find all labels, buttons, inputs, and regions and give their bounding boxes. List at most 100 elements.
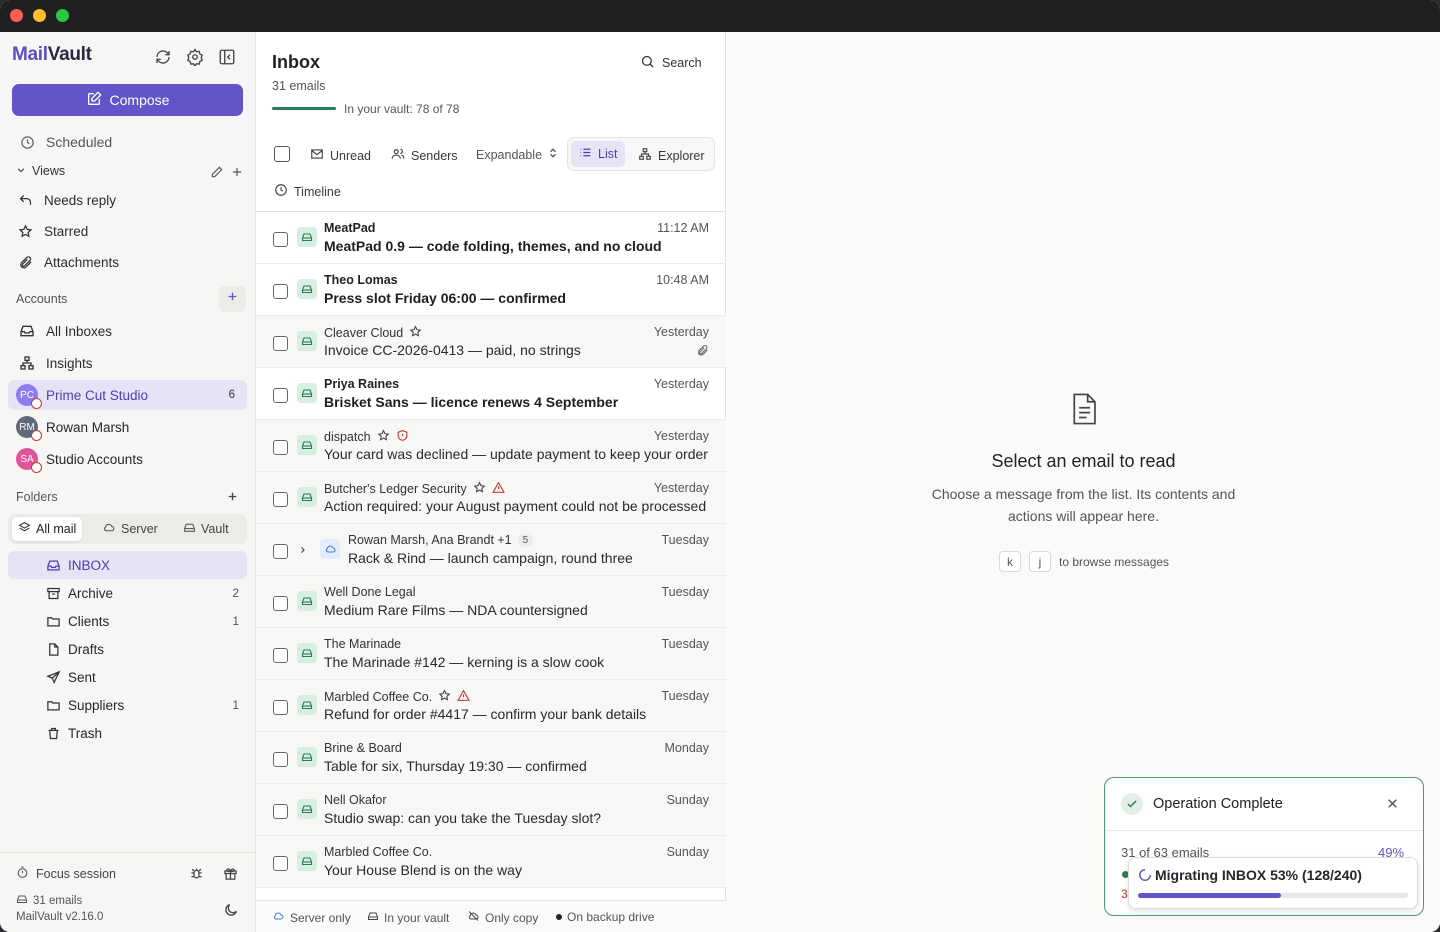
compose-button[interactable]: Compose [12, 84, 243, 116]
chevron-right-icon[interactable] [298, 545, 307, 555]
sidebar-item-all-inboxes[interactable]: All Inboxes [8, 317, 247, 345]
folder-suppliers[interactable]: Suppliers 1 [8, 691, 247, 719]
folders-header: Folders [16, 490, 58, 504]
account-studio-accounts[interactable]: SA Studio Accounts [8, 444, 247, 474]
view-explorer-button[interactable]: Explorer [638, 147, 705, 164]
folder-drafts[interactable]: Drafts [8, 635, 247, 663]
paperclip-icon [696, 344, 709, 357]
row-checkbox[interactable] [273, 440, 288, 455]
add-account-button[interactable] [219, 286, 246, 312]
shield-alert-icon [396, 429, 409, 445]
account-rowan-marsh[interactable]: RM Rowan Marsh [8, 412, 247, 442]
email-row[interactable]: Marbled Coffee Co. Refund for order #4417… [256, 680, 726, 732]
email-time: Tuesday [661, 533, 709, 547]
select-all-checkbox[interactable] [274, 146, 290, 162]
row-checkbox[interactable] [273, 492, 288, 507]
sidebar-item-needs-reply[interactable]: Needs reply [8, 186, 247, 214]
filter-unread-button[interactable]: Unread [310, 147, 371, 164]
email-row[interactable]: The Marinade The Marinade #142 — kerning … [256, 628, 726, 680]
sidebar-item-insights[interactable]: Insights [8, 349, 247, 377]
email-row[interactable]: Well Done Legal Medium Rare Films — NDA c… [256, 576, 726, 628]
email-row[interactable]: Brine & Board Table for six, Thursday 19:… [256, 732, 726, 784]
edit-views-icon[interactable] [210, 165, 224, 179]
row-checkbox[interactable] [273, 752, 288, 767]
sidebar-item-attachments[interactable]: Attachments [8, 248, 247, 276]
email-row[interactable]: Marbled Coffee Co. Your House Blend is on… [256, 836, 726, 888]
email-row[interactable]: Cleaver Cloud Invoice CC-2026-0413 — paid… [256, 316, 726, 368]
email-time: Sunday [666, 793, 709, 807]
key-j: j [1029, 551, 1051, 572]
vault-drive-icon [297, 695, 317, 715]
row-checkbox[interactable] [273, 336, 288, 351]
filter-server[interactable]: Server [96, 517, 164, 541]
account-prime-cut-studio[interactable]: PC Prime Cut Studio 6 [8, 380, 247, 410]
sidebar-toggle-icon[interactable] [218, 48, 236, 66]
close-icon[interactable] [1386, 797, 1399, 810]
add-folder-icon[interactable] [226, 490, 239, 503]
minimize-window-button[interactable] [33, 9, 46, 22]
views-header[interactable]: Views [16, 164, 65, 178]
legend-backup-drive: On backup drive [556, 910, 654, 924]
folder-archive[interactable]: Archive 2 [8, 579, 247, 607]
row-checkbox[interactable] [273, 596, 288, 611]
email-sender: Priya Raines [324, 377, 400, 391]
dot-icon [556, 914, 562, 920]
email-subject: The Marinade #142 — kerning is a slow co… [324, 654, 605, 670]
folder-icon [46, 697, 62, 713]
row-checkbox[interactable] [273, 700, 288, 715]
bug-icon[interactable] [189, 866, 204, 881]
email-row[interactable]: MeatPad MeatPad 0.9 — code folding, theme… [256, 212, 726, 264]
group-senders-button[interactable]: Senders [391, 147, 458, 164]
email-sender: dispatch [324, 429, 409, 445]
email-row[interactable]: Nell Okafor Studio swap: can you take the… [256, 784, 726, 836]
filter-vault[interactable]: Vault [177, 517, 235, 541]
folder-sent[interactable]: Sent [8, 663, 247, 691]
email-subject: Table for six, Thursday 19:30 — confirme… [324, 758, 587, 774]
row-checkbox[interactable] [273, 804, 288, 819]
sidebar-item-starred[interactable]: Starred [8, 217, 247, 245]
star-icon[interactable] [377, 429, 390, 445]
email-subject: Action required: your August payment cou… [324, 498, 707, 514]
email-row[interactable]: Priya Raines Brisket Sans — licence renew… [256, 368, 726, 420]
toast-divider [1105, 830, 1423, 831]
expandable-dropdown[interactable]: Expandable [476, 147, 558, 162]
row-checkbox[interactable] [273, 388, 288, 403]
settings-gear-icon[interactable] [186, 48, 204, 66]
star-icon[interactable] [409, 325, 422, 341]
email-row[interactable]: Theo Lomas Press slot Friday 06:00 — conf… [256, 264, 726, 316]
filter-all-mail[interactable]: All mail [12, 517, 83, 541]
star-icon[interactable] [438, 689, 451, 705]
compose-icon [86, 90, 102, 110]
warning-icon [457, 689, 471, 705]
folder-trash[interactable]: Trash [8, 719, 247, 747]
email-row[interactable]: Rowan Marsh, Ana Brandt +1 5 Rack & Rind —… [256, 524, 726, 576]
close-window-button[interactable] [10, 9, 23, 22]
folder-clients[interactable]: Clients 1 [8, 607, 247, 635]
folder-inbox[interactable]: INBOX [8, 551, 247, 579]
row-checkbox[interactable] [273, 856, 288, 871]
focus-session-button[interactable]: Focus session [16, 866, 116, 882]
dark-mode-moon-icon[interactable] [223, 902, 239, 918]
row-checkbox[interactable] [273, 648, 288, 663]
toast-title: Operation Complete [1153, 796, 1283, 812]
email-subject: Brisket Sans — licence renews 4 Septembe… [324, 394, 619, 410]
sidebar-item-scheduled[interactable]: Scheduled [8, 128, 247, 156]
star-icon[interactable] [473, 481, 486, 497]
search-button[interactable]: Search [640, 54, 702, 72]
list-icon [579, 146, 592, 162]
zoom-window-button[interactable] [56, 9, 69, 22]
view-list-button[interactable]: List [571, 141, 626, 167]
add-view-icon[interactable] [230, 165, 244, 179]
email-row[interactable]: dispatch Your card was declined — update … [256, 420, 726, 472]
refresh-icon[interactable] [154, 48, 172, 66]
vault-drive-icon [297, 799, 317, 819]
legend-server-only: Server only [272, 910, 351, 925]
search-icon [640, 54, 655, 72]
row-checkbox[interactable] [273, 232, 288, 247]
spinner-icon [1138, 868, 1152, 887]
row-checkbox[interactable] [273, 544, 288, 559]
email-row[interactable]: Butcher's Ledger Security Action required… [256, 472, 726, 524]
view-timeline-button[interactable]: Timeline [274, 183, 341, 200]
row-checkbox[interactable] [273, 284, 288, 299]
gift-icon[interactable] [223, 866, 238, 881]
